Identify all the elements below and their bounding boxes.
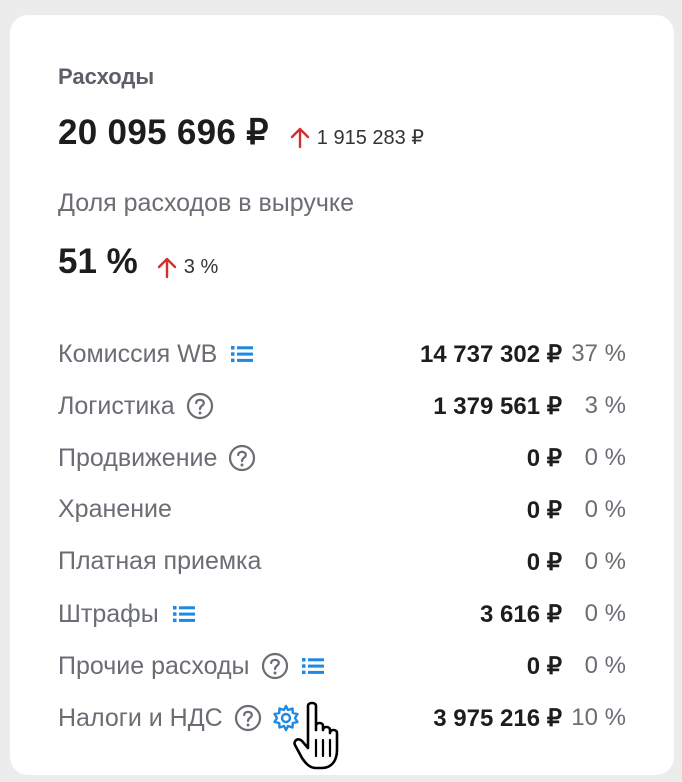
expense-row-label-group: Логистика — [58, 391, 223, 421]
expense-row-percent: 37 % — [571, 340, 626, 367]
expense-row-label: Платная приемка — [58, 547, 262, 575]
expense-row-label-group: Продвижение — [58, 443, 265, 473]
arrow-up-icon — [290, 127, 309, 148]
expense-row-percent: 0 % — [584, 496, 626, 523]
expense-row-amount: 0 ₽ — [526, 497, 562, 524]
hand-cursor-icon — [293, 701, 339, 770]
expense-row-percent: 0 % — [584, 652, 626, 679]
card-title: Расходы — [58, 64, 155, 89]
expense-rows: Комиссия WB 14 737 302 ₽ 37 % Логистика 1 37… — [58, 333, 638, 749]
expense-row-amount: 1 379 561 ₽ — [433, 393, 562, 420]
expense-row-label-group: Штрафы — [58, 599, 207, 629]
expense-row-percent: 10 % — [571, 704, 626, 731]
expense-row-label-group: Прочие расходы — [58, 651, 336, 681]
help-icon[interactable] — [233, 703, 263, 733]
expense-row-percent: 0 % — [584, 548, 626, 575]
help-icon[interactable] — [227, 443, 257, 473]
expense-row-label-group: Налоги и НДС — [58, 703, 309, 733]
share-value: 51 % — [58, 242, 138, 281]
expense-row-label: Продвижение — [58, 443, 218, 472]
expense-row-label-group: Платная приемка — [58, 547, 271, 576]
expense-row: Налоги и НДС 3 975 216 ₽ 10 % — [58, 697, 638, 749]
total-expenses: 20 095 696 ₽ — [58, 113, 269, 152]
expense-row: Платная приемка 0 ₽ 0 % — [58, 541, 638, 593]
arrow-up-icon — [157, 257, 176, 279]
expense-row-amount: 3 616 ₽ — [480, 601, 562, 628]
expense-row-amount: 14 737 302 ₽ — [419, 341, 562, 368]
expense-row-percent: 0 % — [584, 444, 626, 471]
help-icon[interactable] — [185, 391, 215, 421]
expense-row-label: Прочие расходы — [58, 651, 250, 680]
expense-row: Хранение 0 ₽ 0 % — [58, 489, 638, 541]
share-row: 51 % 3 % — [58, 242, 218, 282]
expense-row-label: Штрафы — [58, 599, 159, 628]
expense-row-amount: 3 975 216 ₽ — [433, 705, 562, 732]
list-icon[interactable] — [169, 599, 199, 629]
expense-row: Прочие расходы 0 ₽ 0 % — [58, 645, 638, 697]
expense-row-label: Налоги и НДС — [58, 703, 223, 732]
total-change-value: 1 915 283 ₽ — [316, 127, 425, 149]
expense-row: Комиссия WB 14 737 302 ₽ 37 % — [58, 333, 638, 385]
list-icon[interactable] — [227, 339, 257, 369]
expense-row-label-group: Хранение — [58, 495, 182, 524]
expense-row-label-group: Комиссия WB — [58, 339, 265, 369]
expense-row: Логистика 1 379 561 ₽ 3 % — [58, 385, 638, 437]
expense-row-amount: 0 ₽ — [526, 653, 562, 680]
expense-row-label: Комиссия WB — [58, 339, 218, 368]
total-row: 20 095 696 ₽ 1 915 283 ₽ — [58, 113, 424, 153]
expense-row: Продвижение 0 ₽ 0 % — [58, 437, 638, 489]
share-change: 3 % — [156, 256, 218, 280]
expense-row-label: Логистика — [58, 391, 175, 420]
expense-row-label: Хранение — [58, 495, 172, 523]
help-icon[interactable] — [260, 651, 290, 681]
expenses-card: Расходы 20 095 696 ₽ 1 915 283 ₽ Доля ра… — [10, 15, 674, 775]
expense-row-amount: 0 ₽ — [526, 445, 562, 472]
share-change-value: 3 % — [183, 256, 219, 278]
expense-row-percent: 3 % — [584, 392, 626, 419]
expense-row: Штрафы 3 616 ₽ 0 % — [58, 593, 638, 645]
total-change: 1 915 283 ₽ — [289, 125, 424, 150]
list-icon[interactable] — [298, 651, 328, 681]
expense-row-percent: 0 % — [584, 600, 626, 627]
expense-row-amount: 0 ₽ — [526, 549, 562, 576]
share-label: Доля расходов в выручке — [58, 189, 354, 217]
